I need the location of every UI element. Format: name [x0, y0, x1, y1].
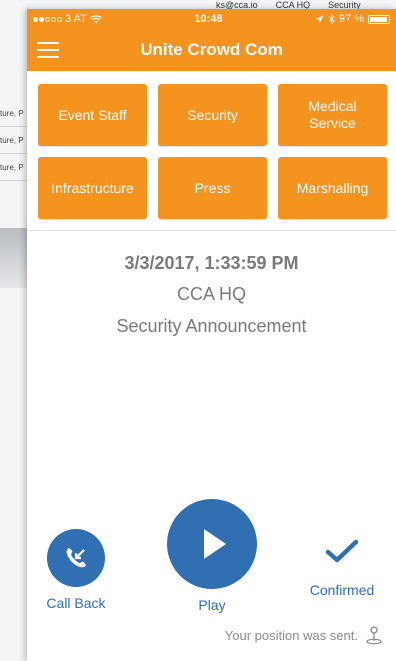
location-arrow-icon: [315, 15, 324, 23]
category-security-button[interactable]: Security: [158, 84, 267, 146]
category-medical-service-button[interactable]: Medical Service: [278, 84, 387, 146]
status-left: 3 AT: [33, 13, 102, 25]
call-back-circle[interactable]: [47, 529, 105, 587]
status-right: 97 %: [315, 13, 390, 25]
phone-screen: 3 AT 10:48 97 % Unite Crowd Com Event St…: [27, 9, 396, 661]
navbar: Unite Crowd Com: [27, 29, 396, 71]
category-grid: Event Staff Security Medical Service Inf…: [38, 84, 387, 219]
background-row: ture, P: [0, 154, 30, 181]
call-back-label: Call Back: [46, 595, 106, 611]
message-info: 3/3/2017, 1:33:59 PM CCA HQ Security Ann…: [27, 253, 396, 337]
menu-icon[interactable]: [37, 42, 59, 58]
confirmed-label: Confirmed: [309, 582, 375, 598]
position-status: Your position was sent.: [225, 625, 384, 645]
divider: [27, 230, 396, 231]
call-back-button[interactable]: Call Back: [41, 529, 111, 611]
category-infrastructure-button[interactable]: Infrastructure: [38, 157, 147, 219]
play-button[interactable]: Play: [162, 499, 262, 613]
background-row: ture, P: [0, 127, 30, 154]
action-bar: Call Back Play Confirmed: [27, 499, 396, 619]
play-icon: [204, 529, 226, 559]
play-label: Play: [198, 597, 226, 613]
message-type: Security Announcement: [116, 316, 307, 336]
background-table: ture, P ture, P ture, P: [0, 100, 30, 181]
signal-icon: [33, 16, 62, 22]
phone-callback-icon: [66, 548, 86, 568]
category-press-button[interactable]: Press: [158, 157, 267, 219]
location-pin-icon: [366, 626, 382, 645]
status-time: 10:48: [194, 13, 223, 25]
app-title: Unite Crowd Com: [140, 40, 283, 59]
background-row: ture, P: [0, 100, 30, 127]
status-bar: 3 AT 10:48 97 %: [27, 9, 396, 29]
background-shade: [0, 228, 30, 288]
checkmark-icon: [325, 539, 359, 563]
position-sent-text: Your position was sent.: [224, 627, 358, 643]
confirmed-button[interactable]: Confirmed: [302, 539, 382, 598]
battery-percent: 97 %: [338, 13, 364, 25]
bluetooth-icon: [328, 14, 335, 24]
play-circle[interactable]: [167, 499, 257, 589]
message-location: CCA HQ: [176, 284, 246, 304]
category-marshalling-button[interactable]: Marshalling: [278, 157, 387, 219]
category-event-staff-button[interactable]: Event Staff: [38, 84, 147, 146]
carrier-label: 3 AT: [65, 13, 87, 25]
message-timestamp: 3/3/2017, 1:33:59 PM: [124, 253, 299, 273]
battery-icon: [368, 14, 390, 24]
wifi-icon: [90, 14, 102, 23]
